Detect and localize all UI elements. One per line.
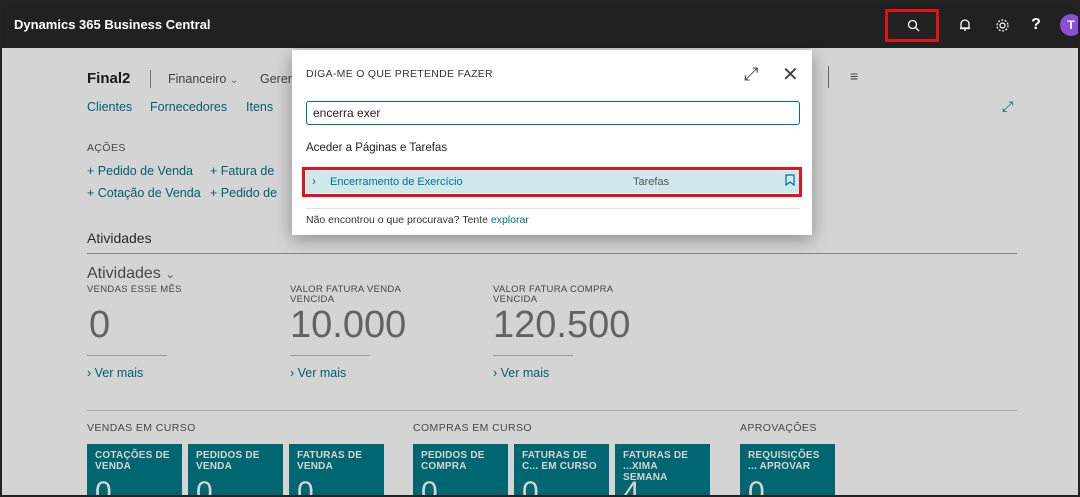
kpi-label: VALOR FATURA COMPRA VENCIDA <box>493 284 613 305</box>
cue-group-title: VENDAS EM CURSO <box>87 422 196 434</box>
cue-tile[interactable]: PEDIDOS DE VENDA 0 <box>188 444 283 495</box>
gear-icon[interactable] <box>988 11 1016 39</box>
kpi-value[interactable]: 0 <box>89 304 110 347</box>
cues-divider <box>87 410 1017 411</box>
kpi-label: VALOR FATURA VENDA VENCIDA <box>290 284 401 305</box>
action-pedido-de-venda[interactable]: + Pedido de Venda <box>87 164 193 178</box>
cue-tile[interactable]: COTAÇÕES DE VENDA 0 <box>87 444 182 495</box>
kpi-value[interactable]: 120.500 <box>493 304 630 347</box>
kpi-divider <box>493 355 573 356</box>
app-window: Dynamics 365 Business Central ? T Final2… <box>0 0 1080 497</box>
bell-icon[interactable] <box>951 11 979 39</box>
result-highlight-box <box>302 167 802 197</box>
cue-group-title: COMPRAS EM CURSO <box>413 422 532 434</box>
close-icon[interactable]: ✕ <box>782 62 799 87</box>
kpi-value[interactable]: 10.000 <box>290 304 406 347</box>
action-fatura-de-venda[interactable]: + Fatura de <box>210 164 274 178</box>
activities-subtitle[interactable]: Atividades ⌄ <box>87 265 175 283</box>
menu-icon[interactable]: ≡ <box>850 68 858 84</box>
cue-tile[interactable]: FATURAS DE VENDA 0 <box>289 444 384 495</box>
expand-icon[interactable]: ⤢ <box>1002 98 1013 115</box>
expand-icon[interactable]: ⤢ <box>744 64 758 85</box>
kpi-divider <box>290 355 370 356</box>
nav-link-fornecedores[interactable]: Fornecedores <box>150 100 227 114</box>
tell-me-dialog: DIGA-ME O QUE PRETENDE FAZER ⤢ ✕ Aceder … <box>292 50 812 235</box>
header-divider <box>150 70 151 88</box>
dialog-divider <box>306 208 800 209</box>
section-divider <box>87 253 1017 254</box>
ver-mais-link[interactable]: › Ver mais <box>493 366 549 380</box>
ver-mais-link[interactable]: › Ver mais <box>290 366 346 380</box>
results-group-title: Aceder a Páginas e Tarefas <box>306 142 448 154</box>
kpi-divider <box>87 355 167 356</box>
dialog-title: DIGA-ME O QUE PRETENDE FAZER <box>306 68 493 80</box>
menu-financeiro[interactable]: Financeiro ⌄ <box>168 72 238 86</box>
app-title[interactable]: Dynamics 365 Business Central <box>14 17 211 32</box>
search-input[interactable] <box>306 101 800 125</box>
actions-title: AÇÕES <box>87 142 126 154</box>
explore-link[interactable]: explorar <box>491 214 529 226</box>
ver-mais-link[interactable]: › Ver mais <box>87 366 143 380</box>
help-icon[interactable]: ? <box>1022 11 1050 39</box>
nav-link-itens[interactable]: Itens <box>246 100 273 114</box>
cue-tile[interactable]: FATURAS DE ...XIMA SEMANA 4 <box>615 444 710 495</box>
activities-section-title[interactable]: Atividades <box>87 230 152 246</box>
action-cotacao-de-venda[interactable]: + Cotação de Venda <box>87 186 201 200</box>
avatar[interactable]: T <box>1060 14 1078 36</box>
cue-tile[interactable]: FATURAS DE C... EM CURSO 0 <box>514 444 609 495</box>
action-pedido-de-compra[interactable]: + Pedido de <box>210 186 277 200</box>
cue-tile[interactable]: PEDIDOS DE COMPRA 0 <box>413 444 508 495</box>
header-divider <box>828 66 829 88</box>
cue-group-title: APROVAÇÕES <box>740 422 817 434</box>
company-name[interactable]: Final2 <box>87 70 130 87</box>
search-highlight-box <box>885 9 939 42</box>
kpi-label: VENDAS ESSE MÊS <box>87 284 182 295</box>
cue-tile[interactable]: REQUISIÇÕES ... APROVAR 0 <box>740 444 835 495</box>
nav-link-clientes[interactable]: Clientes <box>87 100 132 114</box>
dialog-footer: Não encontrou o que procurava? Tente exp… <box>306 214 529 226</box>
menu-gerenciar[interactable]: Geren <box>260 72 295 86</box>
top-bar: Dynamics 365 Business Central ? T <box>2 2 1078 48</box>
